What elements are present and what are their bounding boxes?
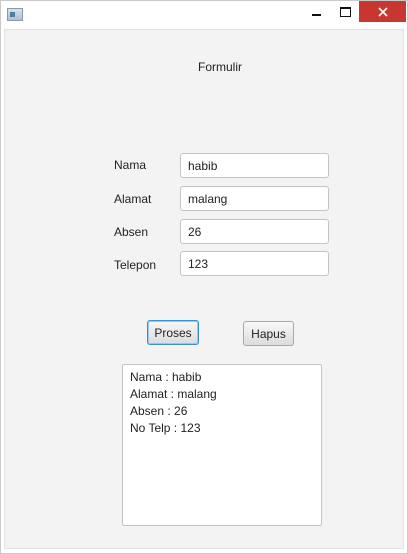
- output-line-absen: Absen : 26: [130, 404, 188, 418]
- maximize-icon[interactable]: [331, 1, 359, 22]
- form-title: Formulir: [198, 60, 242, 74]
- proses-button[interactable]: Proses: [147, 320, 199, 345]
- app-window-icon[interactable]: [7, 8, 23, 21]
- output-line-nama: Nama : habib: [130, 370, 202, 384]
- absen-label: Absen: [114, 225, 149, 239]
- output-line-telp: No Telp : 123: [130, 421, 201, 435]
- alamat-input[interactable]: [180, 186, 329, 211]
- hapus-button[interactable]: Hapus: [243, 321, 294, 346]
- nama-input[interactable]: [180, 153, 329, 178]
- telepon-label: Telepon: [114, 258, 157, 272]
- telepon-input[interactable]: [180, 251, 329, 276]
- minimize-icon[interactable]: [301, 1, 331, 22]
- output-textarea[interactable]: Nama : habib Alamat : malang Absen : 26 …: [122, 364, 322, 526]
- title-bar[interactable]: [1, 1, 407, 29]
- absen-input[interactable]: [180, 219, 329, 244]
- alamat-label: Alamat: [114, 192, 152, 206]
- form-panel: Formulir Nama Alamat Absen Telepon Prose…: [4, 29, 404, 549]
- close-icon[interactable]: [359, 1, 406, 22]
- output-line-alamat: Alamat : malang: [130, 387, 217, 401]
- nama-label: Nama: [114, 158, 147, 172]
- app-window: Formulir Nama Alamat Absen Telepon Prose…: [0, 0, 408, 554]
